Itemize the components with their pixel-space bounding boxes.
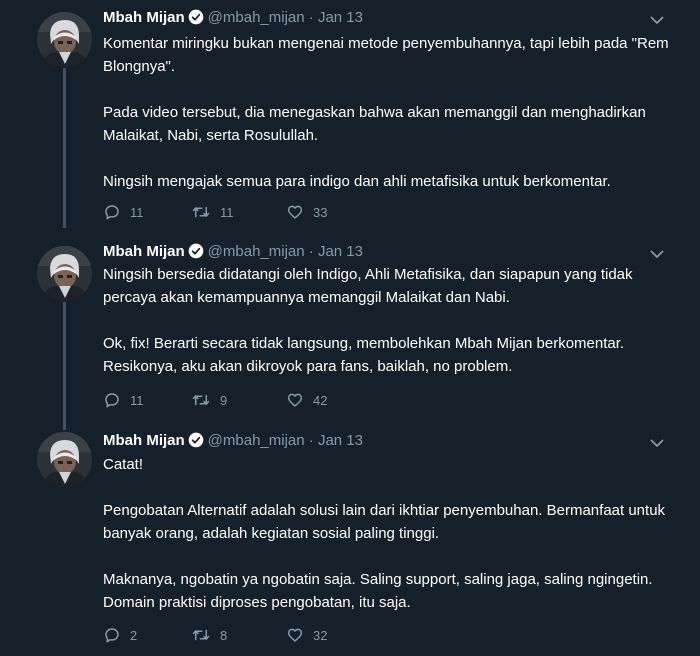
verified-badge-icon [188, 9, 204, 31]
reply-count: 11 [130, 204, 144, 220]
tweet-actions: 11 9 42 [103, 390, 403, 410]
tweet-date[interactable]: Jan 13 [318, 432, 363, 449]
avatar-image [37, 12, 92, 67]
retweet-icon [192, 629, 210, 641]
retweet-icon [192, 394, 210, 406]
separator-dot: · [308, 243, 314, 260]
retweet-button[interactable]: 9 [191, 390, 227, 410]
tweet-date[interactable]: Jan 13 [318, 243, 363, 260]
tweet-body: Catat! Pengobatan Alternatif adalah solu… [103, 453, 683, 614]
author-handle[interactable]: @mbah_mijan [208, 243, 305, 260]
reply-icon [105, 205, 119, 220]
avatar-image [37, 246, 92, 301]
tweet-paragraph: Ningsih bersedia didatangi oleh Indigo, … [103, 266, 633, 306]
tweet-paragraph: Catat! [103, 456, 144, 473]
reply-count: 11 [130, 392, 144, 408]
author-handle[interactable]: @mbah_mijan [208, 9, 305, 26]
avatar[interactable] [37, 432, 92, 487]
avatar-image [37, 432, 92, 487]
tweet-header: Mbah Mijan @mbah_mijan · Jan 13 [103, 8, 363, 28]
timeline: Mbah Mijan @mbah_mijan · Jan 13 Komentar … [0, 0, 700, 656]
tweet[interactable]: Mbah Mijan @mbah_mijan · Jan 13 Komentar … [0, 0, 700, 240]
author-name[interactable]: Mbah Mijan [103, 432, 185, 449]
heart-icon [287, 205, 303, 219]
chevron-down-icon[interactable] [649, 435, 665, 451]
tweet-paragraph: Ningsih mengajak semua para indigo dan a… [103, 173, 611, 190]
tweet-date[interactable]: Jan 13 [318, 9, 363, 26]
heart-icon [287, 628, 303, 642]
verified-badge-icon [188, 243, 204, 265]
thread-line [63, 302, 66, 430]
tweet-header: Mbah Mijan @mbah_mijan · Jan 13 [103, 242, 363, 262]
retweet-count: 8 [220, 627, 228, 643]
reply-button[interactable]: 11 [103, 390, 144, 410]
retweet-count: 11 [220, 204, 234, 220]
retweet-button[interactable]: 8 [191, 625, 227, 645]
tweet-paragraph: Ok, fix! Berarti secara tidak langsung, … [103, 335, 625, 375]
tweet-paragraph: Komentar miringku bukan mengenai metode … [103, 35, 669, 75]
like-count: 33 [313, 204, 328, 220]
tweet-paragraph: Pengobatan Alternatif adalah solusi lain… [103, 502, 666, 542]
reply-count: 2 [130, 627, 138, 643]
retweet-icon [192, 206, 210, 218]
heart-icon [287, 393, 303, 407]
tweet-paragraph: Maknanya, ngobatin ya ngobatin saja. Sal… [103, 571, 653, 611]
tweet-actions: 11 11 33 [103, 202, 403, 222]
avatar[interactable] [37, 12, 92, 67]
author-handle[interactable]: @mbah_mijan [208, 432, 305, 449]
avatar[interactable] [37, 246, 92, 301]
tweet-actions: 2 8 32 [103, 625, 403, 645]
verified-badge-icon [188, 432, 204, 454]
chevron-down-icon[interactable] [649, 246, 665, 262]
like-button[interactable]: 32 [286, 625, 327, 645]
retweet-button[interactable]: 11 [191, 202, 234, 222]
separator-dot: · [308, 9, 314, 26]
tweet-body: Ningsih bersedia didatangi oleh Indigo, … [103, 263, 683, 378]
tweet-body: Komentar miringku bukan mengenai metode … [103, 32, 683, 193]
reply-button[interactable]: 11 [103, 202, 144, 222]
like-count: 42 [313, 392, 328, 408]
reply-button[interactable]: 2 [103, 625, 137, 645]
separator-dot: · [308, 432, 314, 449]
tweet-paragraph: Pada video tersebut, dia menegaskan bahw… [103, 104, 646, 144]
tweet-header: Mbah Mijan @mbah_mijan · Jan 13 [103, 431, 363, 451]
reply-icon [105, 393, 119, 408]
author-name[interactable]: Mbah Mijan [103, 9, 185, 26]
like-button[interactable]: 33 [286, 202, 327, 222]
chevron-down-icon[interactable] [649, 12, 665, 28]
like-count: 32 [313, 627, 328, 643]
reply-icon [105, 628, 119, 643]
retweet-count: 9 [220, 392, 228, 408]
like-button[interactable]: 42 [286, 390, 327, 410]
author-name[interactable]: Mbah Mijan [103, 243, 185, 260]
